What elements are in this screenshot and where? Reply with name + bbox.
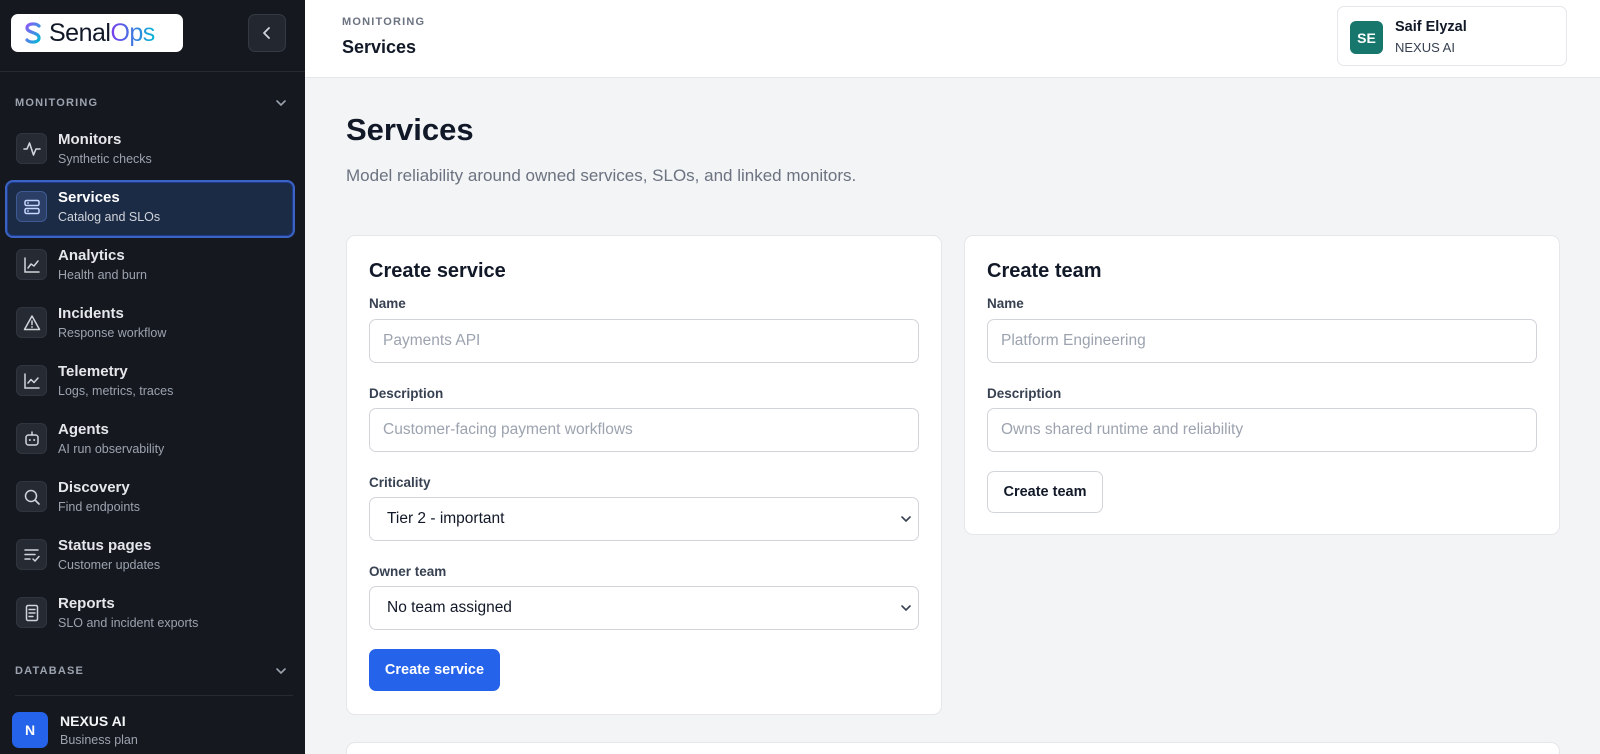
chevron-left-icon	[263, 27, 270, 39]
sidebar-item-subtitle: Synthetic checks	[58, 152, 152, 166]
user-menu[interactable]: SE Saif Elyzal NEXUS AI	[1337, 6, 1567, 66]
owner-team-value: No team assigned	[387, 599, 512, 616]
logo-mark-icon	[25, 22, 41, 44]
org-switcher[interactable]: N NEXUS AI Business plan	[12, 712, 138, 748]
create-service-title: Create service	[369, 260, 506, 282]
sidebar-item-title: Services	[58, 189, 120, 206]
chevron-down-icon	[901, 605, 911, 612]
sidebar-nav: Monitors Synthetic checks Services Catal…	[5, 122, 295, 644]
file-text-icon	[16, 597, 47, 628]
org-name: NEXUS AI	[60, 713, 126, 729]
avatar: SE	[1350, 21, 1383, 54]
sidebar-item-telemetry[interactable]: Telemetry Logs, metrics, traces	[5, 354, 295, 412]
sidebar-item-subtitle: Health and burn	[58, 268, 147, 282]
org-plan: Business plan	[60, 733, 138, 747]
chevron-down-icon	[276, 668, 286, 675]
service-name-label: Name	[369, 296, 406, 311]
user-name: Saif Elyzal	[1395, 19, 1467, 35]
create-team-button[interactable]: Create team	[987, 471, 1103, 513]
sidebar-item-incidents[interactable]: Incidents Response workflow	[5, 296, 295, 354]
brand-logo[interactable]: SenalOps	[11, 14, 183, 52]
team-description-label: Description	[987, 386, 1062, 401]
server-icon	[16, 191, 47, 222]
top-bar: MONITORING Services SE Saif Elyzal NEXUS…	[305, 0, 1600, 78]
owner-team-select[interactable]: No team assigned	[369, 586, 919, 630]
database-section-toggle[interactable]: DATABASE	[15, 665, 287, 677]
sidebar-item-subtitle: Find endpoints	[58, 500, 141, 514]
sidebar-item-title: Agents	[58, 421, 109, 438]
sidebar-divider	[15, 695, 293, 696]
user-org: NEXUS AI	[1395, 40, 1455, 55]
sidebar-item-subtitle: Response workflow	[58, 326, 167, 340]
sidebar-item-analytics[interactable]: Analytics Health and burn	[5, 238, 295, 296]
sidebar-item-title: Discovery	[58, 479, 130, 496]
brand-row: SenalOps	[0, 0, 305, 72]
monitoring-section-label: MONITORING	[15, 97, 99, 109]
sidebar-item-subtitle: Customer updates	[58, 558, 161, 572]
sidebar-item-agents[interactable]: Agents AI run observability	[5, 412, 295, 470]
sidebar-item-discovery[interactable]: Discovery Find endpoints	[5, 470, 295, 528]
search-icon	[16, 481, 47, 512]
brand-name: SenalOps	[49, 18, 155, 47]
chevron-down-icon	[901, 516, 911, 523]
org-avatar: N	[12, 712, 48, 748]
sidebar-item-subtitle: SLO and incident exports	[58, 616, 199, 630]
sidebar-item-title: Monitors	[58, 131, 122, 148]
owner-team-label: Owner team	[369, 564, 447, 579]
team-description-input[interactable]	[987, 408, 1537, 452]
alert-triangle-icon	[16, 307, 47, 338]
create-service-button[interactable]: Create service	[369, 649, 500, 691]
sidebar-item-subtitle: Catalog and SLOs	[58, 210, 161, 224]
team-name-input[interactable]	[987, 319, 1537, 363]
sidebar-item-monitors[interactable]: Monitors Synthetic checks	[5, 122, 295, 180]
bot-icon	[16, 423, 47, 454]
line-chart-icon	[16, 365, 47, 396]
create-team-card: Create team Name Description Create team	[964, 235, 1560, 535]
page-title: Services	[346, 112, 474, 147]
service-description-label: Description	[369, 386, 444, 401]
create-team-title: Create team	[987, 260, 1102, 282]
sidebar-item-title: Analytics	[58, 247, 125, 264]
sidebar-item-reports[interactable]: Reports SLO and incident exports	[5, 586, 295, 644]
sidebar-item-title: Reports	[58, 595, 115, 612]
list-check-icon	[16, 539, 47, 570]
next-section-card	[346, 742, 1560, 754]
criticality-value: Tier 2 - important	[387, 510, 505, 527]
breadcrumb-section: MONITORING	[342, 16, 426, 28]
sidebar-item-subtitle: Logs, metrics, traces	[58, 384, 174, 398]
chevron-down-icon	[276, 100, 286, 107]
sidebar-item-services[interactable]: Services Catalog and SLOs	[5, 180, 295, 238]
monitoring-section-toggle[interactable]: MONITORING	[15, 97, 287, 109]
sidebar-item-title: Incidents	[58, 305, 124, 322]
sidebar: SenalOps MONITORING Monitors Synthetic c…	[0, 0, 305, 754]
criticality-select[interactable]: Tier 2 - important	[369, 497, 919, 541]
service-description-input[interactable]	[369, 408, 919, 452]
criticality-label: Criticality	[369, 475, 431, 490]
collapse-sidebar-button[interactable]	[248, 14, 286, 52]
sidebar-item-subtitle: AI run observability	[58, 442, 165, 456]
team-name-label: Name	[987, 296, 1024, 311]
sidebar-item-status-pages[interactable]: Status pages Customer updates	[5, 528, 295, 586]
sidebar-item-title: Telemetry	[58, 363, 128, 380]
page-subtitle: Model reliability around owned services,…	[346, 166, 857, 185]
chart-icon	[16, 249, 47, 280]
database-section-label: DATABASE	[15, 665, 85, 677]
sidebar-item-title: Status pages	[58, 537, 152, 554]
activity-icon	[16, 133, 47, 164]
service-name-input[interactable]	[369, 319, 919, 363]
header-title: Services	[342, 37, 417, 57]
create-service-card: Create service Name Description Critical…	[346, 235, 942, 715]
